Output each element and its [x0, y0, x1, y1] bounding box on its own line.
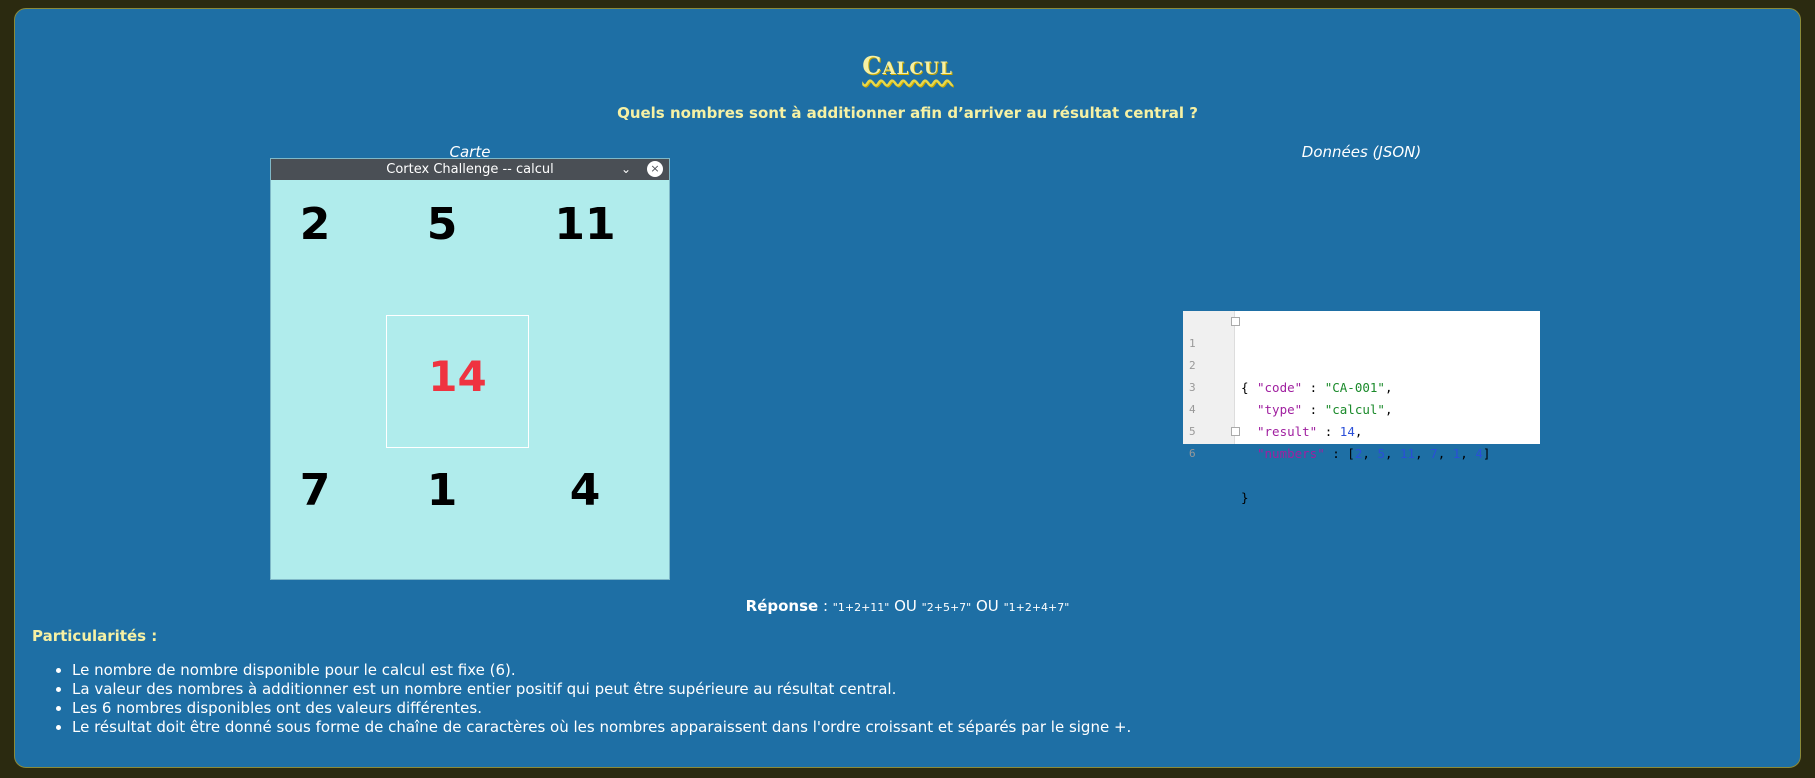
window-titlebar: Cortex Challenge -- calcul ⌄ × — [271, 159, 669, 180]
card-number-top-left: 2 — [299, 199, 331, 250]
list-item: Les 6 nombres disponibles ont des valeur… — [72, 699, 1131, 718]
answer-separator: : — [818, 597, 833, 615]
json-result-entry: "result" : 14, — [1257, 424, 1363, 439]
json-open-brace: { — [1241, 380, 1249, 395]
window-title: Cortex Challenge -- calcul — [386, 162, 554, 177]
json-line: 5 "numbers" : [2, 5, 11, 7, 1, 4] — [1183, 399, 1490, 461]
main-panel: Calcul Quels nombres sont à additionner … — [14, 8, 1801, 768]
particularites-list: Le nombre de nombre disponible pour le c… — [32, 661, 1131, 737]
json-type-entry: "type" : "calcul", — [1257, 402, 1393, 417]
list-item: Le nombre de nombre disponible pour le c… — [72, 661, 1131, 680]
answer-label: Réponse — [745, 597, 819, 615]
fold-icon[interactable] — [1231, 317, 1240, 326]
list-item: La valeur des nombres à additionner est … — [72, 680, 1131, 699]
fold-icon[interactable] — [1231, 427, 1240, 436]
card-window: Cortex Challenge -- calcul ⌄ × 2 5 11 14… — [270, 158, 670, 580]
json-line: 4 "result" : 14, — [1183, 377, 1362, 439]
line-number: 6 — [1189, 447, 1196, 460]
particularites-heading: Particularités : — [32, 627, 158, 645]
json-numbers-entry: "numbers" : [2, 5, 11, 7, 1, 4] — [1257, 446, 1491, 461]
json-close-brace: } — [1241, 490, 1249, 505]
card-number-bottom-middle: 1 — [426, 465, 458, 516]
answer-option: "2+5+7" — [921, 601, 972, 614]
json-code-entry: "code" : "CA-001", — [1257, 380, 1393, 395]
card-number-bottom-right: 4 — [569, 465, 601, 516]
answer-option: "1+2+4+7" — [1003, 601, 1070, 614]
answer-or: OU — [971, 597, 1004, 615]
json-line: 2 "code" : "CA-001", — [1183, 333, 1392, 395]
card-number-top-right: 11 — [554, 199, 616, 250]
json-line: 3 "type" : "calcul", — [1183, 355, 1392, 417]
question-text: Quels nombres sont à additionner afin d’… — [617, 104, 1198, 122]
chevron-down-icon[interactable]: ⌄ — [621, 159, 631, 180]
card-number-bottom-left: 7 — [299, 465, 331, 516]
close-icon[interactable]: × — [647, 161, 663, 177]
json-code-panel: 1 { 2 "code" : "CA-001", 3 "type" : "cal… — [1183, 311, 1540, 505]
json-line: 6 } — [1183, 421, 1249, 505]
card-number-top-middle: 5 — [426, 199, 458, 250]
answer-line: Réponse : "1+2+11" OU "2+5+7" OU "1+2+4+… — [15, 597, 1800, 615]
center-result-box: 14 — [386, 315, 529, 448]
json-line: 1 { — [1183, 311, 1249, 395]
answer-or: OU — [889, 597, 922, 615]
data-label: Données (JSON) — [1301, 143, 1422, 161]
list-item: Le résultat doit être donné sous forme d… — [72, 718, 1131, 737]
page-title: Calcul — [862, 51, 953, 80]
center-result-number: 14 — [428, 352, 487, 401]
answer-option: "1+2+11" — [832, 601, 890, 614]
